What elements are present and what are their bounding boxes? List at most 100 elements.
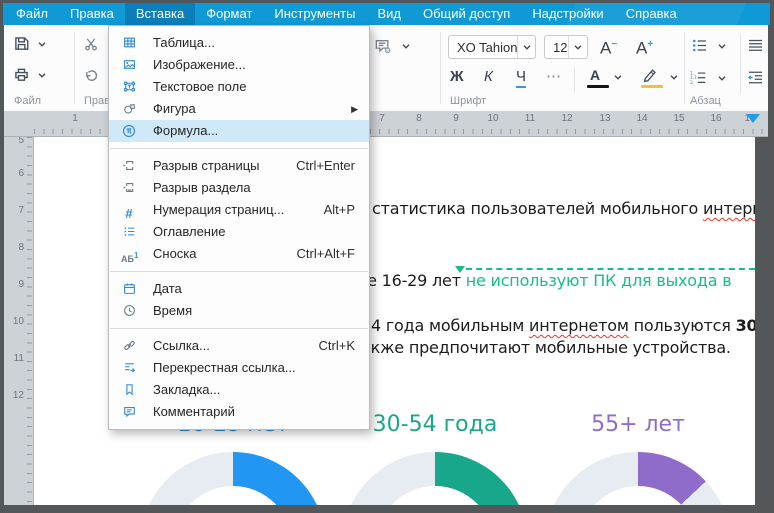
decrease-indent-button[interactable] — [748, 70, 763, 85]
ruler-number: 1 — [72, 113, 78, 124]
highlight-button[interactable] — [641, 67, 657, 83]
insert-menu: Таблица... Изображение... Текстовое поле… — [108, 25, 370, 430]
font-size-select[interactable]: 12 — [544, 35, 588, 59]
document-text-line: те 16-29 лет не используют ПК для выхода… — [358, 271, 732, 290]
file-group-label: Файл — [14, 95, 42, 107]
font-color-swatch — [587, 85, 609, 88]
document-text-line: акже предпочитают мобильные устройства. — [361, 338, 731, 357]
menu-edit[interactable]: Правка — [59, 3, 125, 25]
justify-button[interactable] — [748, 38, 763, 53]
menu-item-link[interactable]: Ссылка... Ctrl+K — [109, 335, 369, 357]
menu-item-bookmark[interactable]: Закладка... — [109, 379, 369, 401]
inserted-text: не используют ПК для выхода в — [465, 271, 732, 290]
ruler-number: 10 — [12, 316, 24, 327]
donut-chart-30-54 — [342, 452, 528, 505]
cut-button[interactable] — [84, 37, 98, 51]
menu-addons[interactable]: Надстройки — [521, 3, 614, 25]
ruler-number: 8 — [416, 113, 422, 124]
menu-help[interactable]: Справка — [615, 3, 688, 25]
review-dropdown-chevron[interactable] — [402, 44, 410, 49]
more-font-options-button[interactable]: ⋯ — [546, 69, 561, 85]
ruler-number: 14 — [636, 113, 648, 124]
shape-icon — [121, 102, 137, 116]
ruler-number: 11 — [13, 353, 24, 364]
comment-delete-icon — [374, 38, 392, 54]
ruler-number: 12 — [561, 113, 573, 124]
scissors-icon — [84, 37, 98, 51]
toolbar-separator — [684, 32, 685, 104]
delete-comment-button[interactable] — [374, 38, 392, 54]
menu-item-page-numbering[interactable]: # Нумерация страниц... Alt+P — [109, 199, 369, 221]
ruler-number: 9 — [18, 279, 24, 290]
menu-item-footnote[interactable]: АБ1 Сноска Ctrl+Alt+F — [109, 243, 369, 265]
menu-format[interactable]: Формат — [195, 3, 263, 25]
font-color-chevron[interactable] — [614, 75, 622, 80]
misspelled-word: интернета — [702, 199, 755, 218]
decrease-indent-icon — [748, 70, 763, 85]
menu-item-text-box[interactable]: Текстовое поле — [109, 76, 369, 98]
svg-text:2.: 2. — [690, 80, 694, 85]
menu-item-cross-reference[interactable]: Перекрестная ссылка... — [109, 357, 369, 379]
menu-item-page-break[interactable]: Разрыв страницы Ctrl+Enter — [109, 155, 369, 177]
ruler-number: 12 — [12, 390, 24, 401]
bullet-list-icon — [692, 38, 707, 53]
menu-item-section-break[interactable]: Разрыв раздела — [109, 177, 369, 199]
highlight-chevron[interactable] — [670, 75, 678, 80]
menu-item-formula[interactable]: Формула... — [109, 120, 369, 142]
font-name-value: XO Tahion — [457, 39, 518, 55]
menu-file[interactable]: Файл — [5, 3, 59, 25]
ruler-number: 9 — [453, 113, 459, 124]
menu-item-date[interactable]: Дата — [109, 278, 369, 300]
print-dropdown-chevron[interactable] — [38, 73, 46, 78]
ruler-number: 7 — [379, 113, 385, 124]
italic-button[interactable]: К — [484, 69, 493, 85]
font-size-chevron[interactable] — [568, 36, 587, 58]
text-box-icon — [121, 80, 137, 94]
menu-item-comment[interactable]: Комментарий — [109, 401, 369, 423]
ruler-number: 6 — [18, 168, 24, 179]
numbered-list-icon: 1. 1.1 2. — [690, 70, 706, 85]
cross-reference-icon — [121, 361, 137, 375]
donut-chart-16-29 — [140, 452, 326, 505]
font-name-chevron[interactable] — [517, 36, 536, 58]
font-size-value: 12 — [553, 39, 568, 55]
bullet-list-chevron[interactable] — [718, 44, 726, 49]
save-dropdown-chevron[interactable] — [38, 42, 46, 47]
table-icon — [121, 36, 137, 50]
increase-font-size-button[interactable]: A+ — [636, 37, 653, 57]
comment-icon — [121, 405, 137, 419]
menu-tools[interactable]: Инструменты — [263, 3, 366, 25]
highlighter-icon — [641, 67, 657, 83]
print-button[interactable] — [14, 67, 29, 82]
undo-button[interactable] — [84, 69, 98, 83]
decrease-font-size-button[interactable]: A− — [600, 37, 617, 57]
vertical-ruler: 5 6 7 8 9 10 11 12 — [4, 137, 34, 505]
underline-button[interactable]: Ч — [516, 69, 526, 88]
bold-statistic: 30%. — [735, 316, 755, 335]
menu-item-table[interactable]: Таблица... — [109, 32, 369, 54]
menu-insert[interactable]: Вставка — [124, 3, 196, 25]
font-name-select[interactable]: XO Tahion — [448, 35, 536, 59]
save-icon — [14, 36, 29, 51]
numbered-list-button[interactable]: 1. 1.1 2. — [690, 70, 706, 85]
menu-item-image[interactable]: Изображение... — [109, 54, 369, 76]
bookmark-icon — [121, 383, 137, 397]
indent-marker[interactable] — [746, 114, 760, 123]
save-button[interactable] — [14, 36, 29, 51]
menu-item-toc[interactable]: Оглавление — [109, 221, 369, 243]
bullet-list-button[interactable] — [692, 38, 707, 53]
ruler-ticks — [27, 137, 32, 505]
font-color-button[interactable]: A — [590, 67, 600, 83]
footnote-icon: АБ1 — [121, 251, 139, 264]
menu-item-shape[interactable]: Фигура ▶ — [109, 98, 369, 120]
menu-view[interactable]: Вид — [366, 3, 412, 25]
bold-button[interactable]: Ж — [450, 69, 464, 85]
chart-label-30-54: 30-54 года — [372, 412, 498, 437]
toolbar-separator — [574, 67, 575, 93]
numbered-list-chevron[interactable] — [718, 76, 726, 81]
menu-share[interactable]: Общий доступ — [412, 3, 521, 25]
menu-item-time[interactable]: Время — [109, 300, 369, 322]
undo-icon — [84, 69, 98, 83]
submenu-arrow-icon: ▶ — [351, 104, 358, 114]
toolbar-separator — [74, 32, 75, 104]
